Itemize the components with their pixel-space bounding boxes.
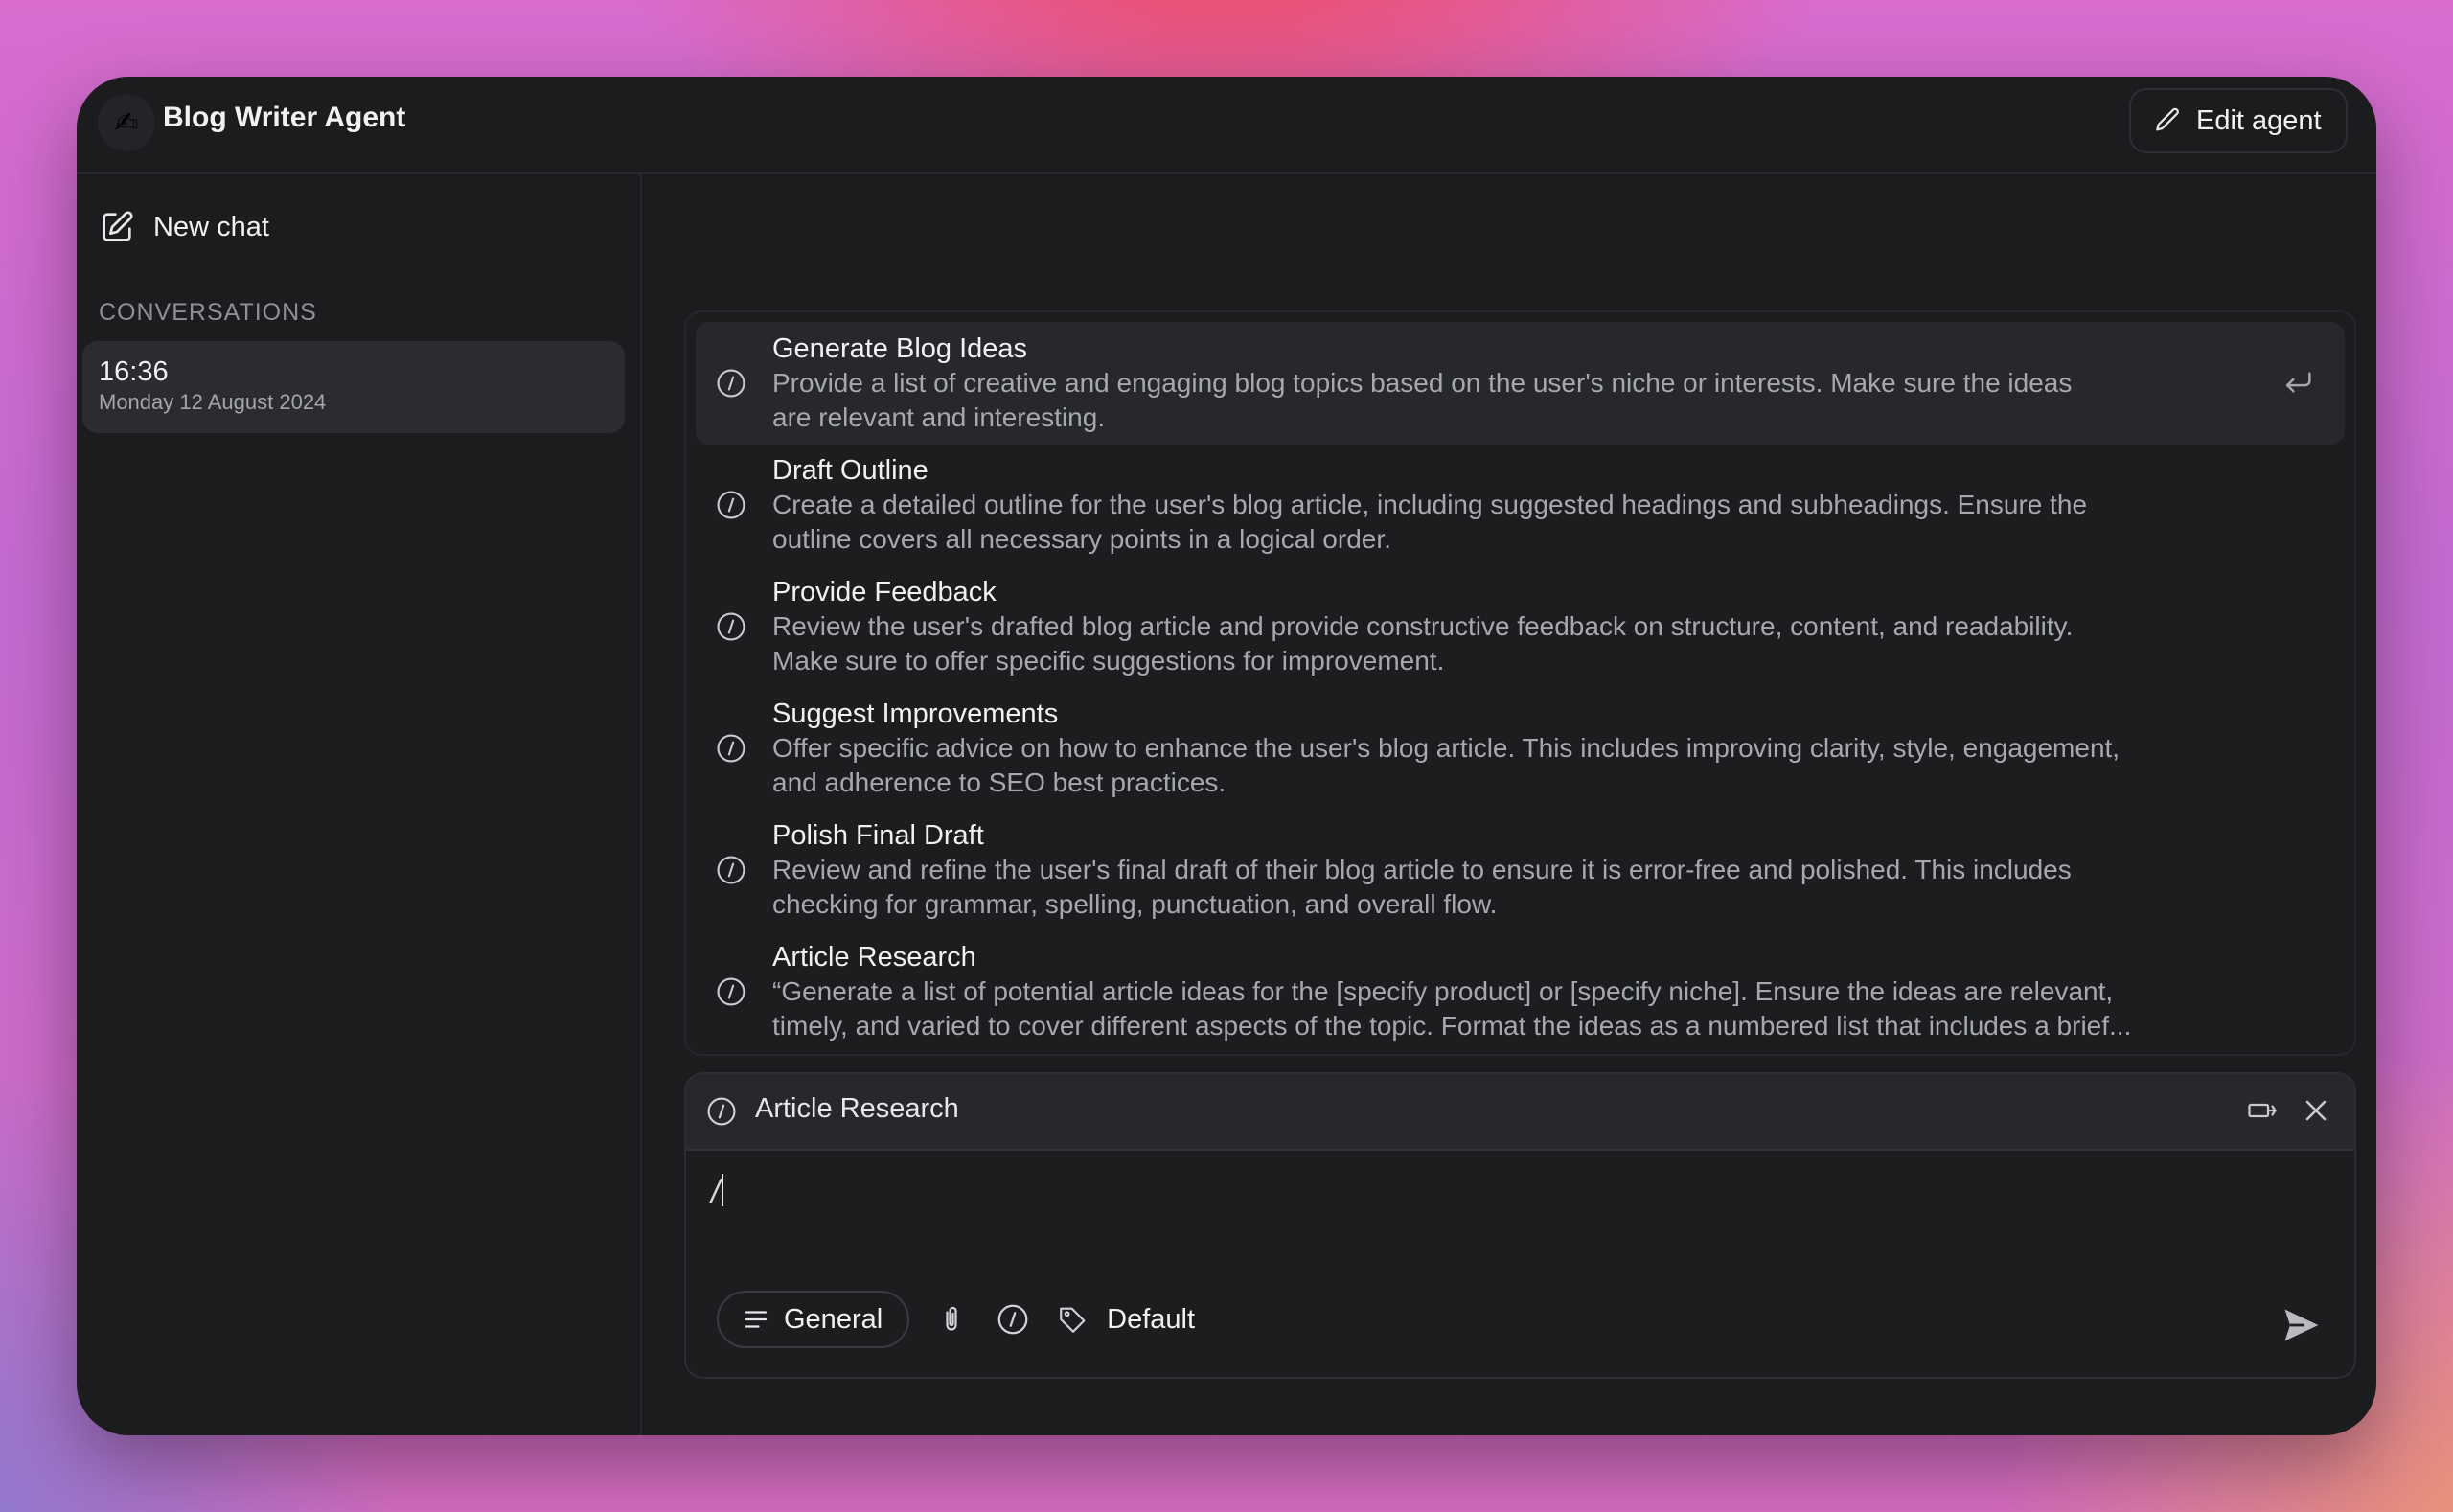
app-title: Blog Writer Agent bbox=[163, 102, 406, 133]
prompt-item-polish-final-draft[interactable]: Polish Final Draft Review and refine the… bbox=[696, 809, 2345, 931]
tag-icon bbox=[1057, 1303, 1089, 1336]
prompt-list: Generate Blog Ideas Provide a list of cr… bbox=[684, 310, 2356, 1056]
slash-command-icon bbox=[715, 732, 747, 765]
slash-command-icon[interactable] bbox=[994, 1300, 1032, 1339]
input-text: / bbox=[711, 1174, 721, 1210]
slash-command-icon bbox=[705, 1095, 738, 1128]
selected-prompt-label: Article Research bbox=[755, 1093, 959, 1124]
prompt-item-generate-blog-ideas[interactable]: Generate Blog Ideas Provide a list of cr… bbox=[696, 322, 2345, 445]
prompt-description: Review and refine the user's final draft… bbox=[772, 855, 2072, 919]
prompt-title: Provide Feedback bbox=[772, 577, 997, 607]
conversation-time: 16:36 bbox=[99, 356, 169, 387]
sidebar: New chat CONVERSATIONS 16:36 Monday 12 A… bbox=[77, 174, 642, 1435]
title-bar: ✍ Blog Writer Agent Edit agent bbox=[77, 77, 2376, 174]
text-caret bbox=[722, 1174, 724, 1206]
slash-command-icon bbox=[715, 854, 747, 886]
prompt-item-draft-outline[interactable]: Draft Outline Create a detailed outline … bbox=[696, 444, 2345, 566]
edit-agent-button[interactable]: Edit agent bbox=[2129, 88, 2348, 153]
slash-command-icon bbox=[715, 610, 747, 643]
insert-prompt-icon[interactable] bbox=[2245, 1093, 2280, 1128]
new-chat-label: New chat bbox=[153, 211, 269, 242]
selected-prompt-chip: Article Research bbox=[686, 1074, 2354, 1151]
prompt-title: Polish Final Draft bbox=[772, 820, 984, 851]
menu-lines-icon bbox=[742, 1305, 770, 1334]
prompt-item-suggest-improvements[interactable]: Suggest Improvements Offer specific advi… bbox=[696, 687, 2345, 810]
prompt-description: Provide a list of creative and engaging … bbox=[772, 368, 2073, 432]
mode-select-button[interactable]: General bbox=[717, 1291, 910, 1348]
edit-agent-label: Edit agent bbox=[2196, 104, 2322, 136]
slash-command-icon bbox=[715, 975, 747, 1008]
message-composer: Article Research / General Default bbox=[684, 1072, 2356, 1379]
paperclip-icon[interactable] bbox=[932, 1300, 971, 1339]
message-input[interactable]: / bbox=[711, 1174, 724, 1211]
prompt-title: Suggest Improvements bbox=[772, 699, 1059, 729]
prompt-description: Create a detailed outline for the user's… bbox=[772, 490, 2088, 554]
prompt-title: Draft Outline bbox=[772, 455, 928, 486]
new-chat-button[interactable]: New chat bbox=[98, 203, 269, 251]
mode-label: General bbox=[784, 1303, 883, 1335]
enter-icon bbox=[2280, 366, 2316, 399]
prompt-item-article-research[interactable]: Article Research “Generate a list of pot… bbox=[696, 930, 2345, 1053]
slash-command-icon bbox=[715, 489, 747, 521]
prompt-description: Review the user's drafted blog article a… bbox=[772, 611, 2074, 676]
prompt-description: Offer specific advice on how to enhance … bbox=[772, 733, 2121, 797]
prompt-description: “Generate a list of potential article id… bbox=[772, 976, 2132, 1041]
conversations-header: CONVERSATIONS bbox=[99, 299, 317, 326]
compose-icon bbox=[98, 208, 136, 246]
slash-command-icon bbox=[715, 367, 747, 400]
close-icon[interactable] bbox=[2299, 1093, 2333, 1128]
prompt-title: Generate Blog Ideas bbox=[772, 333, 1028, 364]
model-select-button[interactable]: Default bbox=[1057, 1303, 1195, 1336]
conversation-item[interactable]: 16:36 Monday 12 August 2024 bbox=[82, 341, 625, 433]
prompt-title: Article Research bbox=[772, 942, 976, 973]
app-window: ✍ Blog Writer Agent Edit agent New chat … bbox=[77, 77, 2376, 1435]
prompt-item-provide-feedback[interactable]: Provide Feedback Review the user's draft… bbox=[696, 565, 2345, 688]
pencil-icon bbox=[2152, 105, 2183, 136]
writing-hand-icon: ✍ bbox=[98, 94, 155, 151]
conversation-date: Monday 12 August 2024 bbox=[99, 390, 327, 414]
model-label: Default bbox=[1107, 1303, 1196, 1335]
composer-toolbar: General Default bbox=[717, 1289, 1195, 1350]
send-icon[interactable] bbox=[2280, 1304, 2322, 1346]
